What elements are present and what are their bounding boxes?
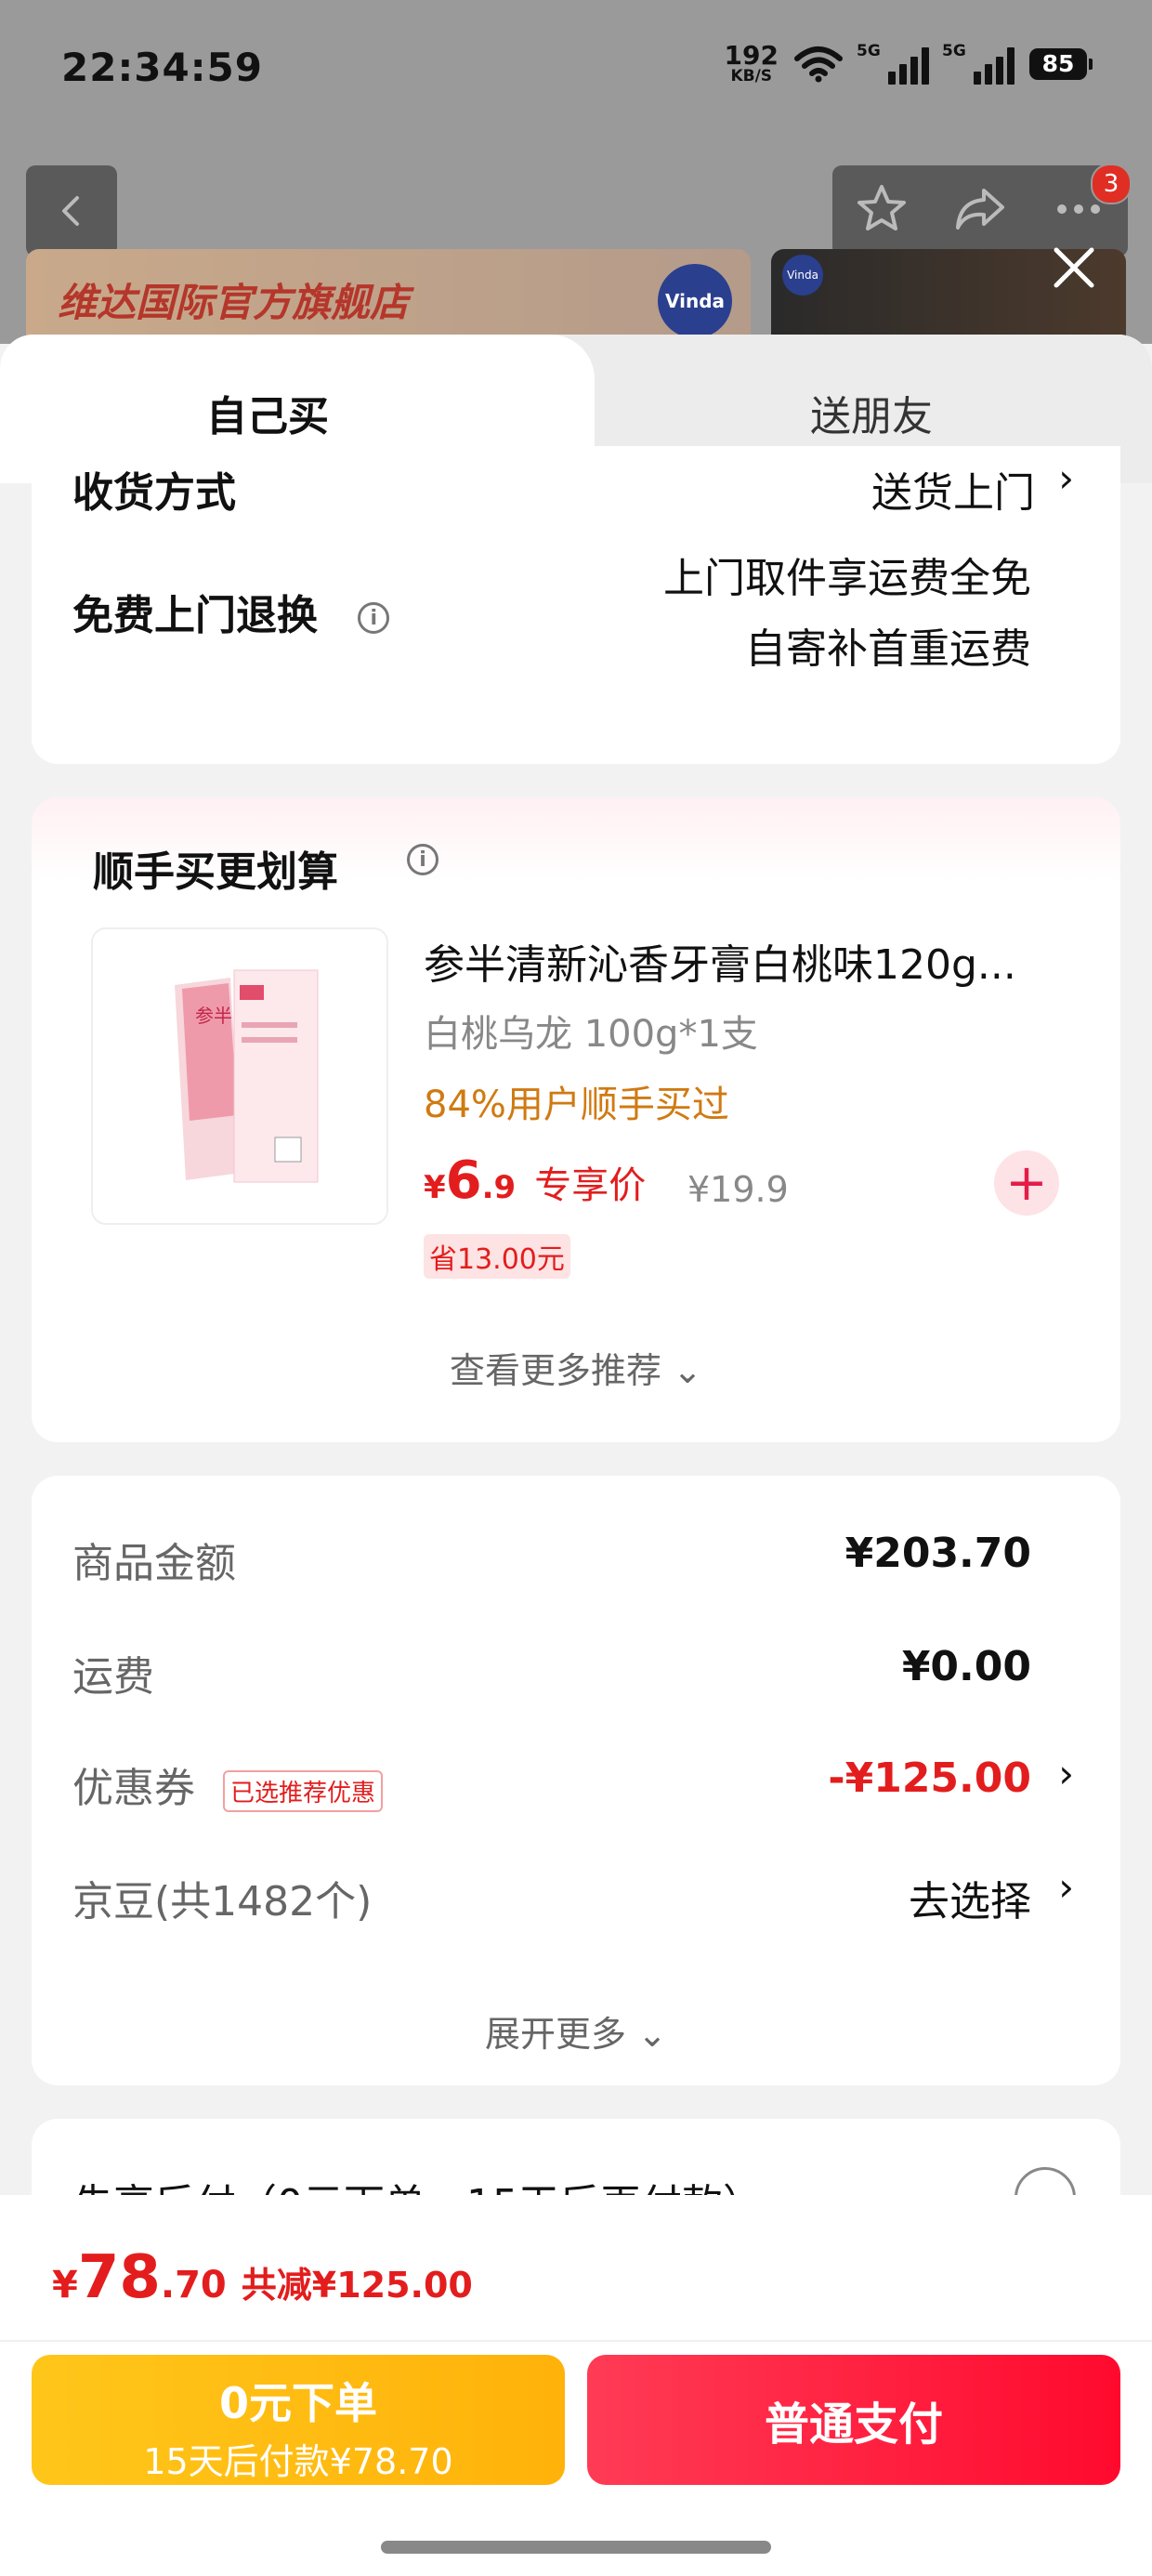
store-name: 维达国际官方旗舰店 [58,280,410,325]
chevron-right-icon[interactable]: › [1058,455,1074,501]
product-spec: 白桃乌龙 100g*1支 [424,1013,758,1056]
tab-gift-friend[interactable]: 送朋友 [810,383,933,442]
coupon-recommended-tag: 已选推荐优惠 [223,1769,384,1812]
close-button[interactable] [1044,238,1104,297]
price-currency: ¥ [424,1169,446,1206]
signal-icon-sim1: 5G [857,41,929,85]
info-icon[interactable]: i [358,602,390,634]
plus-icon: + [1005,1153,1048,1212]
delivery-method-value[interactable]: 送货上门 [871,459,1035,519]
free-return-label-text: 免费上门退换 [72,592,318,639]
share-icon [956,189,1004,230]
recommendation-title: 顺手买更划算 [93,848,338,896]
network-speed-value: 192 [724,40,779,71]
back-icon [62,196,79,226]
notification-badge: 3 [1091,164,1132,204]
store-logo: Vinda [658,264,732,338]
view-more-recommendations[interactable]: 查看更多推荐 ⌄ [32,1342,1120,1393]
regular-pay-button[interactable]: 普通支付 [587,2355,1120,2485]
price-decimal: .9 [481,1169,517,1206]
price-summary-card: 商品金额 ¥203.70 运费 ¥0.00 优惠券 已选推荐优惠 -¥125.0… [32,1476,1120,2085]
total-saved: 共减¥125.00 [241,2265,473,2306]
star-icon [857,185,906,230]
zero-down-sublabel: 15天后付款¥78.70 [143,2441,453,2482]
network-speed: 192 KB/S [725,43,779,85]
free-return-label: 免费上门退换 i [72,582,390,641]
sim2-label: 5G [942,41,966,60]
chevron-right-icon[interactable]: › [1058,1751,1074,1796]
free-return-line2: 自寄补首重运费 [745,625,1031,673]
status-time: 22:34:59 [61,45,263,90]
battery-level: 85 [1041,50,1075,77]
home-indicator[interactable] [381,2541,771,2554]
free-return-line1: 上门取件享运费全免 [663,555,1031,602]
total-decimal: .70 [160,2264,227,2307]
product-price: ¥ 6 .9 专享价 [424,1150,646,1211]
divider [0,2340,1152,2342]
info-icon[interactable]: i [407,844,439,875]
delivery-method-label: 收货方式 [72,469,236,517]
back-button[interactable] [26,165,117,256]
total-currency: ¥ [52,2264,78,2307]
checkout-bar: ¥ 78 .70 共减¥125.00 0元下单 15天后付款¥78.70 普通支… [0,2195,1152,2576]
goods-amount-label: 商品金额 [72,1540,236,1587]
coupon-label: 优惠券 [72,1765,195,1812]
toothpaste-image: 参半 [93,929,386,1223]
goods-amount-value: ¥203.70 [844,1530,1031,1577]
jd-beans-choose[interactable]: 去选择 [909,1868,1031,1927]
battery-icon: 85 [1029,47,1093,80]
product-image[interactable]: 参半 [91,927,388,1225]
shipping-value: ¥0.00 [901,1643,1031,1690]
price-integer: 6 [445,1150,482,1211]
savings-badge: 省13.00元 [424,1234,570,1279]
product-social-proof: 84%用户顺手买过 [424,1084,729,1126]
share-button[interactable] [952,181,1008,241]
promo-logo: Vinda [782,255,823,296]
expand-more[interactable]: 展开更多 ⌄ [32,2005,1120,2057]
network-speed-unit: KB/S [730,67,773,85]
delivery-card: 收货方式 送货上门 › 免费上门退换 i 上门取件享运费全免 自寄补首重运费 [32,446,1120,764]
price-tag: 专享价 [534,1164,647,1207]
store-banner: 维达国际官方旗舰店 Vinda [26,249,751,342]
sim1-label: 5G [857,41,881,60]
tab-self-buy-label[interactable]: 自己买 [206,383,329,442]
status-bar: 22:34:59 192 KB/S 5G 5G 85 [0,37,1152,102]
add-on-recommendation-card: 顺手买更划算 i 参半 参半清新沁香牙膏白桃味120g... 白桃乌龙 100g… [32,797,1120,1442]
svg-text:参半: 参半 [195,1005,232,1027]
shipping-label: 运费 [72,1653,154,1701]
favorite-button[interactable] [854,181,910,241]
zero-down-order-button[interactable]: 0元下单 15天后付款¥78.70 [32,2355,565,2485]
wifi-icon [794,46,843,82]
total-integer: 78 [77,2243,161,2312]
product-name[interactable]: 参半清新沁香牙膏白桃味120g... [424,931,1093,991]
jd-beans-label: 京豆(共1482个) [72,1878,373,1925]
original-price: ¥19.9 [687,1169,789,1210]
close-icon [1054,247,1094,288]
status-indicators: 192 KB/S 5G 5G 85 [725,41,1093,85]
zero-down-label: 0元下单 [218,2378,377,2428]
order-total: ¥ 78 .70 共减¥125.00 [52,2243,473,2312]
signal-icon-sim2: 5G [942,41,1015,85]
chevron-right-icon[interactable]: › [1058,1864,1074,1910]
coupon-row[interactable]: 优惠券 已选推荐优惠 [72,1755,384,1814]
add-to-order-button[interactable]: + [994,1150,1059,1216]
coupon-value[interactable]: -¥125.00 [828,1755,1031,1802]
